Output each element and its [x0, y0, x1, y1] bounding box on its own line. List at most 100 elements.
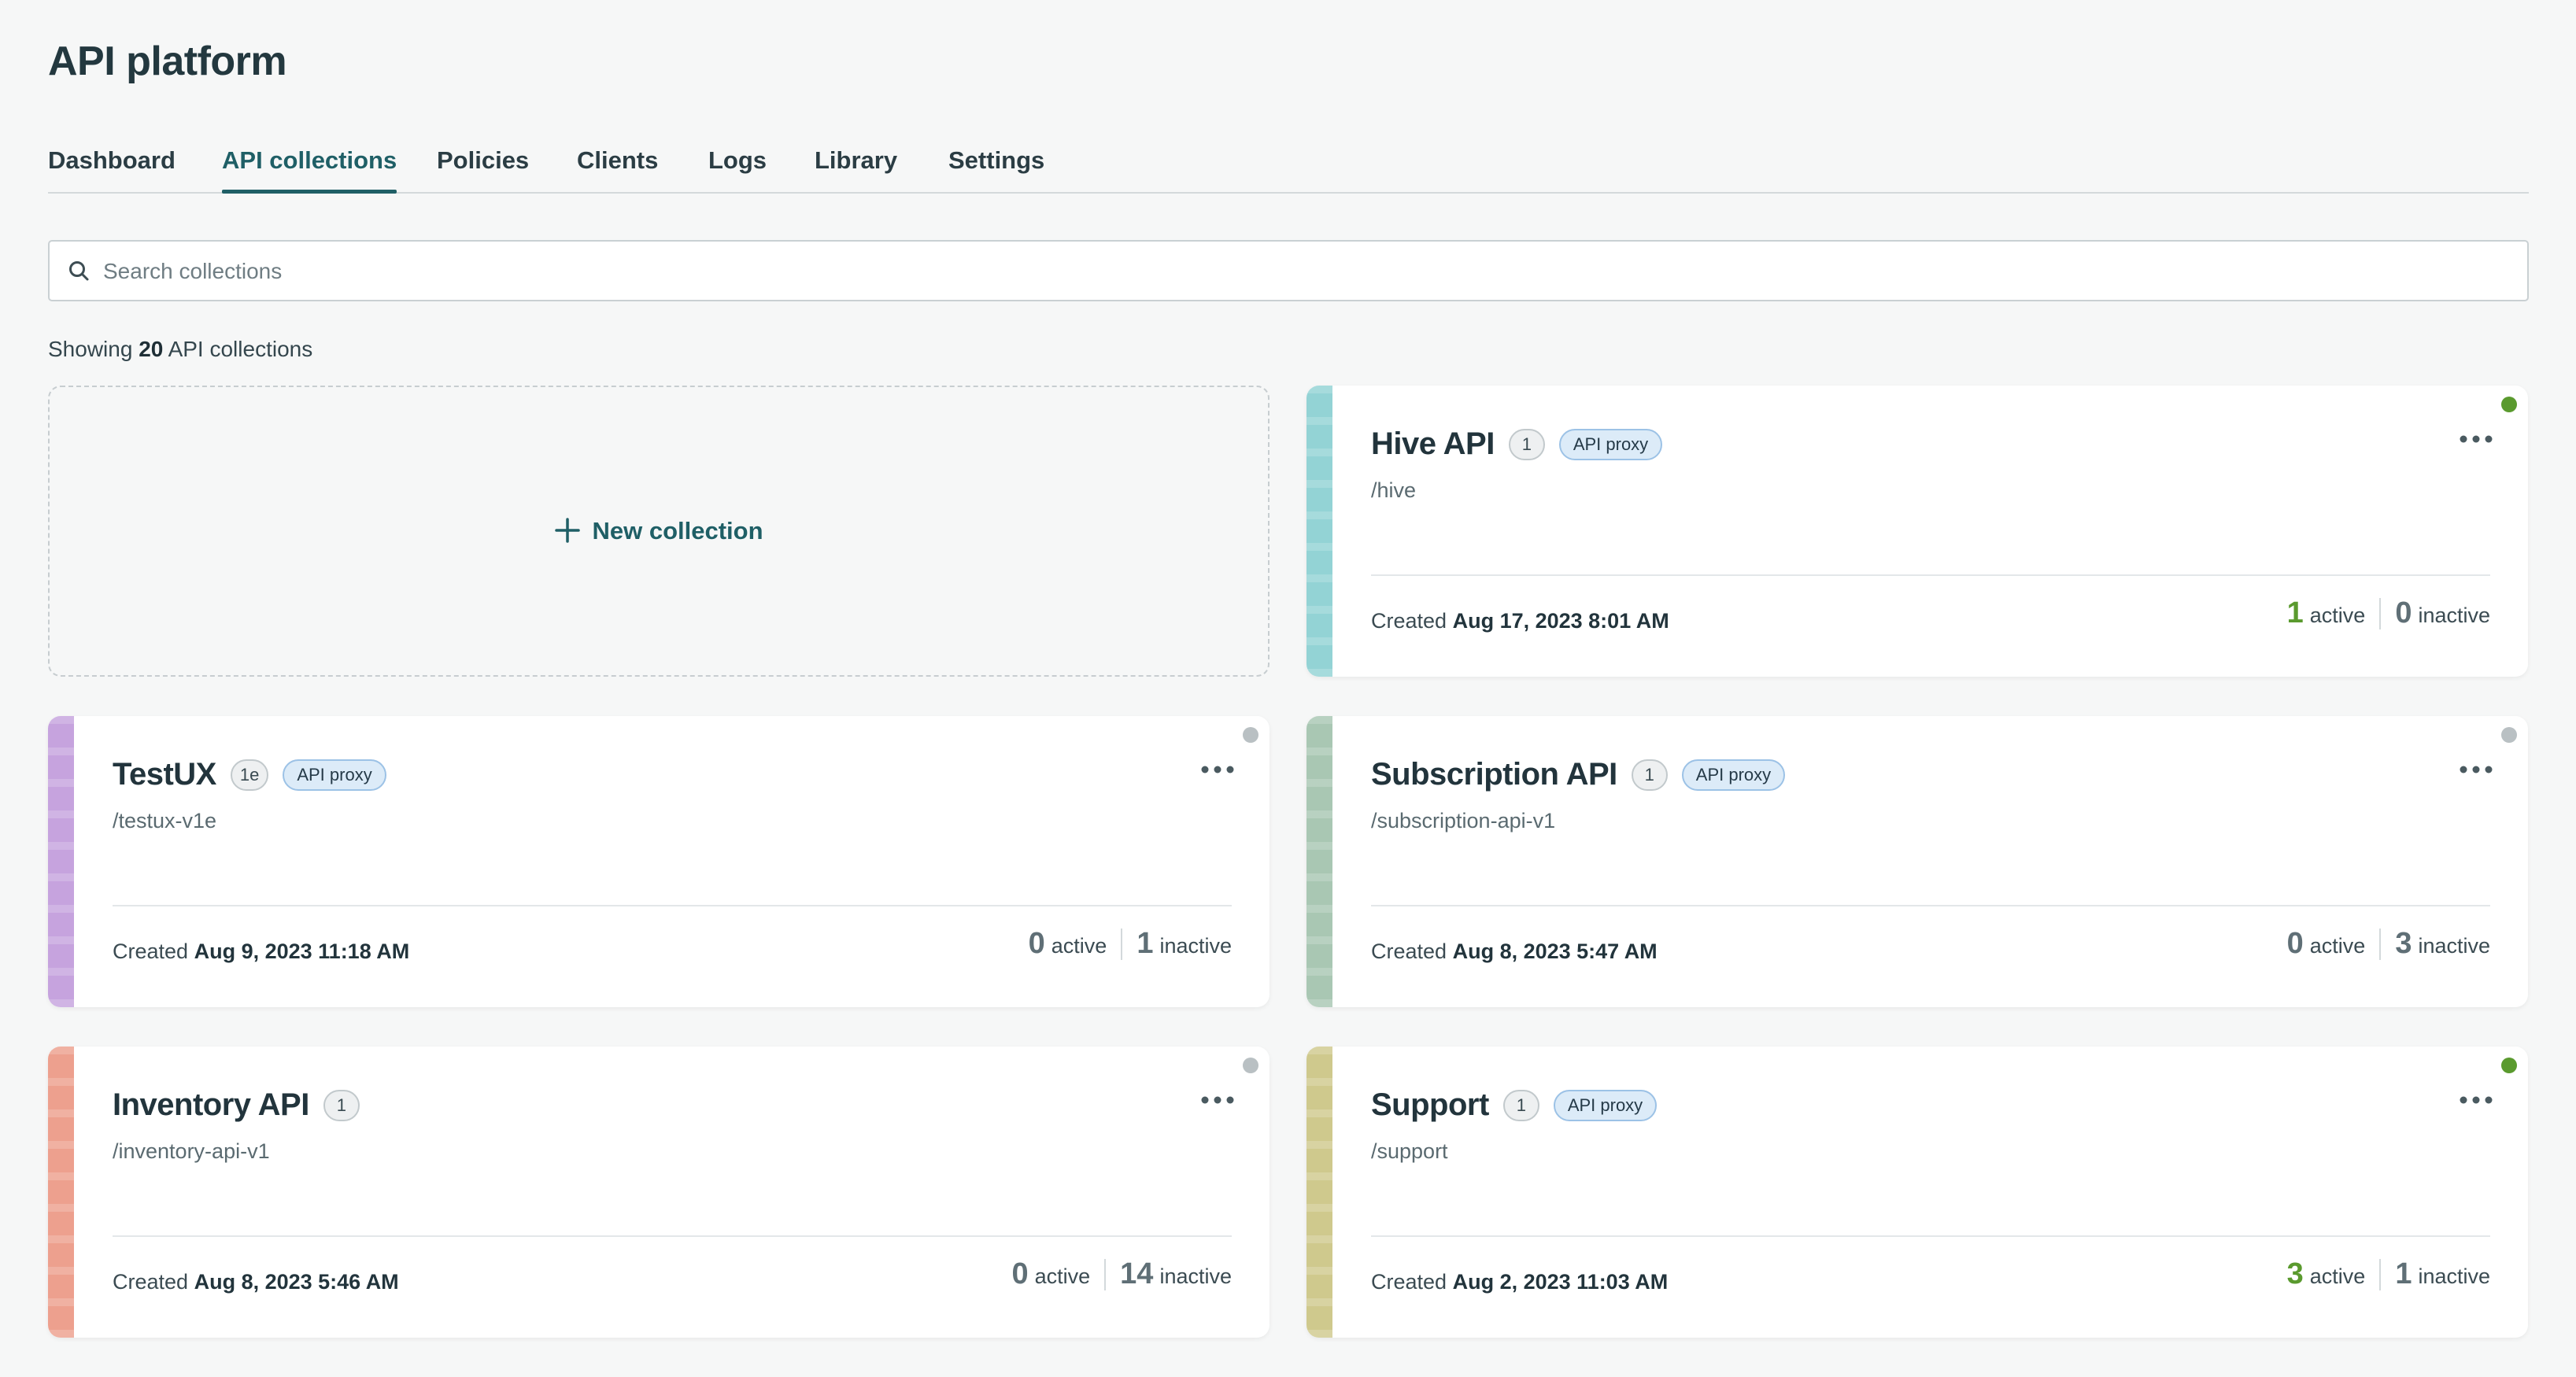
stat-divider [2379, 597, 2382, 629]
inactive-number: 3 [2395, 927, 2412, 960]
created-date: Created Aug 8, 2023 5:47 AM [1371, 940, 1658, 963]
status-indicator [1243, 727, 1258, 743]
collection-path: /subscription-api-v1 [1371, 809, 1556, 832]
tab-api-collections[interactable]: API collections [222, 140, 397, 194]
active-number: 3 [2286, 1257, 2304, 1290]
card-stripe [1306, 386, 1332, 677]
card-stripe [1306, 1047, 1332, 1338]
active-number: 0 [1028, 927, 1045, 960]
inactive-number: 1 [1136, 927, 1154, 960]
client-stats: 1 active 0 inactive [2287, 596, 2490, 630]
stat-divider [1121, 928, 1123, 960]
inactive-count: 0 inactive [2395, 596, 2490, 629]
status-indicator [2501, 397, 2517, 412]
inactive-number: 0 [2395, 596, 2412, 629]
new-collection-button[interactable]: New collection [48, 386, 1270, 677]
collection-card-hive-api[interactable]: Hive API 1 API proxy /hive Created Aug 1… [1306, 386, 2528, 677]
inactive-count: 1 inactive [2395, 1257, 2490, 1290]
active-count: 0 active [2286, 927, 2366, 960]
created-timestamp: Aug 2, 2023 11:03 AM [1452, 1270, 1669, 1294]
collection-name[interactable]: Inventory API [113, 1087, 309, 1123]
type-badge: API proxy [1558, 428, 1663, 460]
status-indicator [1243, 1058, 1258, 1073]
version-badge: 1 [1631, 759, 1668, 791]
active-number: 0 [2286, 927, 2304, 960]
collection-count: Showing 20 API collections [48, 337, 312, 362]
type-badge: API proxy [1681, 759, 1786, 791]
collection-name[interactable]: Support [1371, 1087, 1489, 1123]
inactive-number: 1 [2395, 1257, 2412, 1290]
collection-card-support[interactable]: Support 1 API proxy /support Created Aug… [1306, 1047, 2528, 1338]
client-stats: 0 active 3 inactive [2287, 927, 2490, 961]
version-badge: 1 [1508, 428, 1545, 460]
new-collection-label: New collection [592, 517, 763, 545]
count-number: 20 [139, 337, 164, 361]
card-stripe [48, 1047, 74, 1338]
client-stats: 0 active 14 inactive [1011, 1257, 1232, 1291]
collection-path: /support [1371, 1139, 1448, 1163]
count-prefix: Showing [48, 337, 133, 361]
created-timestamp: Aug 8, 2023 5:47 AM [1452, 940, 1658, 963]
collection-path: /inventory-api-v1 [113, 1139, 270, 1163]
inactive-number: 14 [1120, 1257, 1154, 1290]
created-timestamp: Aug 9, 2023 11:18 AM [194, 940, 410, 963]
stat-divider [2379, 1258, 2382, 1290]
card-divider [1371, 905, 2490, 906]
status-indicator [2501, 727, 2517, 743]
created-date: Created Aug 9, 2023 11:18 AM [113, 940, 410, 963]
client-stats: 3 active 1 inactive [2287, 1257, 2490, 1291]
active-count: 0 active [1028, 927, 1107, 960]
active-number: 1 [2286, 596, 2304, 629]
created-date: Created Aug 2, 2023 11:03 AM [1371, 1270, 1669, 1294]
more-options-icon[interactable] [2459, 1092, 2493, 1108]
inactive-count: 3 inactive [2395, 927, 2490, 960]
card-divider [113, 1235, 1232, 1237]
more-options-icon[interactable] [1200, 762, 1235, 777]
collection-card-subscription-api[interactable]: Subscription API 1 API proxy /subscripti… [1306, 716, 2528, 1007]
page-title: API platform [48, 39, 287, 84]
active-count: 1 active [2286, 596, 2366, 629]
client-stats: 0 active 1 inactive [1029, 927, 1232, 961]
more-options-icon[interactable] [2459, 431, 2493, 447]
stat-divider [2379, 928, 2382, 960]
type-badge: API proxy [1553, 1089, 1658, 1121]
card-divider [113, 905, 1232, 906]
collection-name[interactable]: Hive API [1371, 426, 1495, 462]
collection-name[interactable]: Subscription API [1371, 757, 1617, 792]
stat-divider [1104, 1258, 1107, 1290]
collection-name[interactable]: TestUX [113, 757, 216, 792]
card-stripe [1306, 716, 1332, 1007]
version-badge: 1 [323, 1089, 360, 1121]
created-timestamp: Aug 8, 2023 5:46 AM [194, 1270, 399, 1294]
inactive-count: 14 inactive [1120, 1257, 1232, 1290]
more-options-icon[interactable] [2459, 762, 2493, 777]
version-badge: 1e [230, 759, 269, 791]
active-number: 0 [1011, 1257, 1029, 1290]
card-divider [1371, 574, 2490, 576]
search-icon [69, 261, 89, 281]
more-options-icon[interactable] [1200, 1092, 1235, 1108]
tab-clients[interactable]: Clients [577, 140, 658, 192]
page: API platform Dashboard API collections P… [0, 0, 2576, 1377]
search-input[interactable] [102, 242, 2466, 301]
tab-library[interactable]: Library [815, 140, 897, 192]
count-suffix: API collections [168, 337, 313, 361]
tab-settings[interactable]: Settings [948, 140, 1044, 192]
plus-icon [555, 518, 581, 543]
created-date: Created Aug 17, 2023 8:01 AM [1371, 609, 1669, 633]
tab-policies[interactable]: Policies [437, 140, 529, 192]
tab-bar: Dashboard API collections Policies Clien… [48, 140, 2529, 194]
active-count: 0 active [1011, 1257, 1091, 1290]
collection-card-inventory-api[interactable]: Inventory API 1 /inventory-api-v1 Create… [48, 1047, 1270, 1338]
type-badge: API proxy [283, 759, 386, 791]
inactive-count: 1 inactive [1136, 927, 1232, 960]
status-indicator [2501, 1058, 2517, 1073]
tab-dashboard[interactable]: Dashboard [48, 140, 176, 192]
search-bar [48, 240, 2529, 301]
active-count: 3 active [2286, 1257, 2366, 1290]
collection-path: /testux-v1e [113, 809, 217, 832]
card-divider [1371, 1235, 2490, 1237]
tab-logs[interactable]: Logs [708, 140, 767, 192]
collection-card-testux[interactable]: TestUX 1e API proxy /testux-v1e Created … [48, 716, 1270, 1007]
created-date: Created Aug 8, 2023 5:46 AM [113, 1270, 399, 1294]
